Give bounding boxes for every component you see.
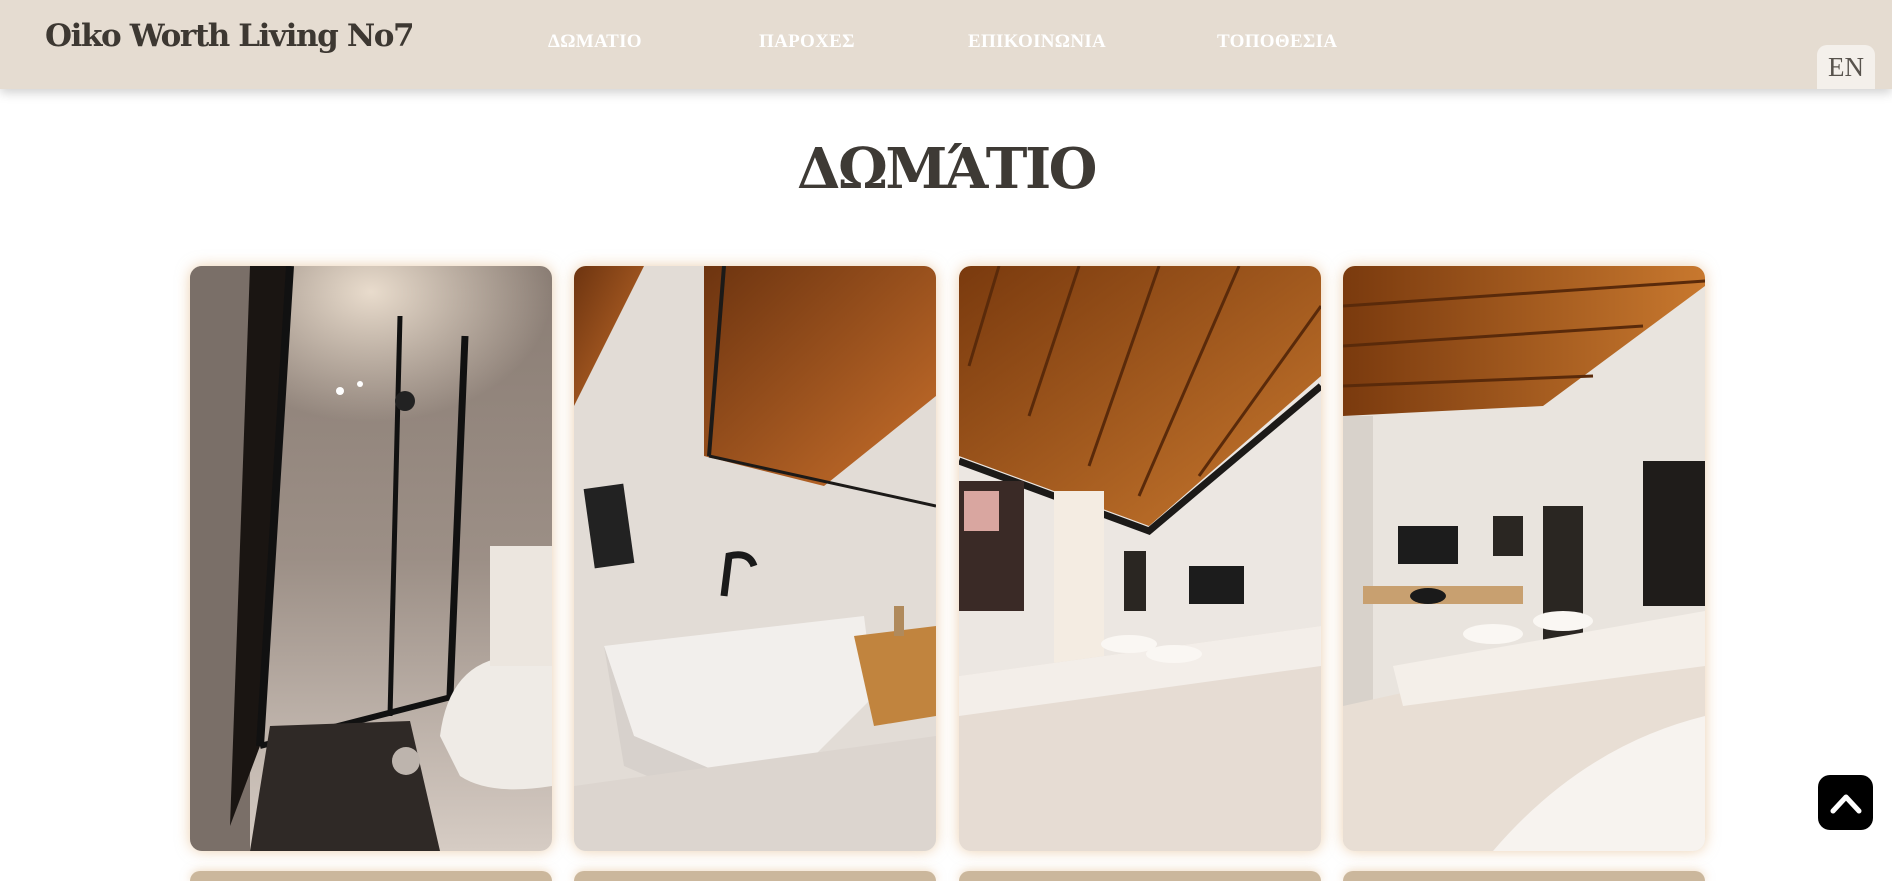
gallery-photo-bedroom[interactable] <box>959 266 1321 851</box>
chevron-up-icon <box>1830 794 1861 813</box>
nav-link-amenities[interactable]: ΠΑΡΟΧΕΣ <box>759 31 855 53</box>
gallery-photo-next-row[interactable] <box>959 871 1321 881</box>
gallery-photo-shower[interactable] <box>190 266 552 851</box>
nav-link-location[interactable]: ΤΟΠΟΘΕΣΙΑ <box>1217 31 1337 53</box>
shower-photo-image <box>190 266 552 851</box>
sink-photo-image <box>574 266 936 851</box>
gallery-photo-next-row[interactable] <box>190 871 552 881</box>
gallery-photo-sink[interactable] <box>574 266 936 851</box>
nav-link-contact[interactable]: ΕΠΙΚΟΙΝΩΝΙΑ <box>968 31 1106 53</box>
brand-logo[interactable]: Oiko Worth Living No7 <box>45 18 415 54</box>
gallery-photo-bedroom-desk[interactable] <box>1343 266 1705 851</box>
gallery-photo-next-row[interactable] <box>1343 871 1705 881</box>
nav-link-room[interactable]: ΔΩΜΑΤΙΟ <box>548 31 642 53</box>
bedroom-desk-photo-image <box>1343 266 1705 851</box>
site-header: Oiko Worth Living No7 ΔΩΜΑΤΙΟ ΠΑΡΟΧΕΣ ΕΠ… <box>0 0 1892 89</box>
page-title: ΔΩΜΆΤΙΟ <box>797 136 1097 202</box>
back-to-top-button[interactable] <box>1818 775 1873 830</box>
bedroom-photo-image <box>959 266 1321 851</box>
language-switch-button[interactable]: EN <box>1817 45 1875 89</box>
gallery-photo-next-row[interactable] <box>574 871 936 881</box>
